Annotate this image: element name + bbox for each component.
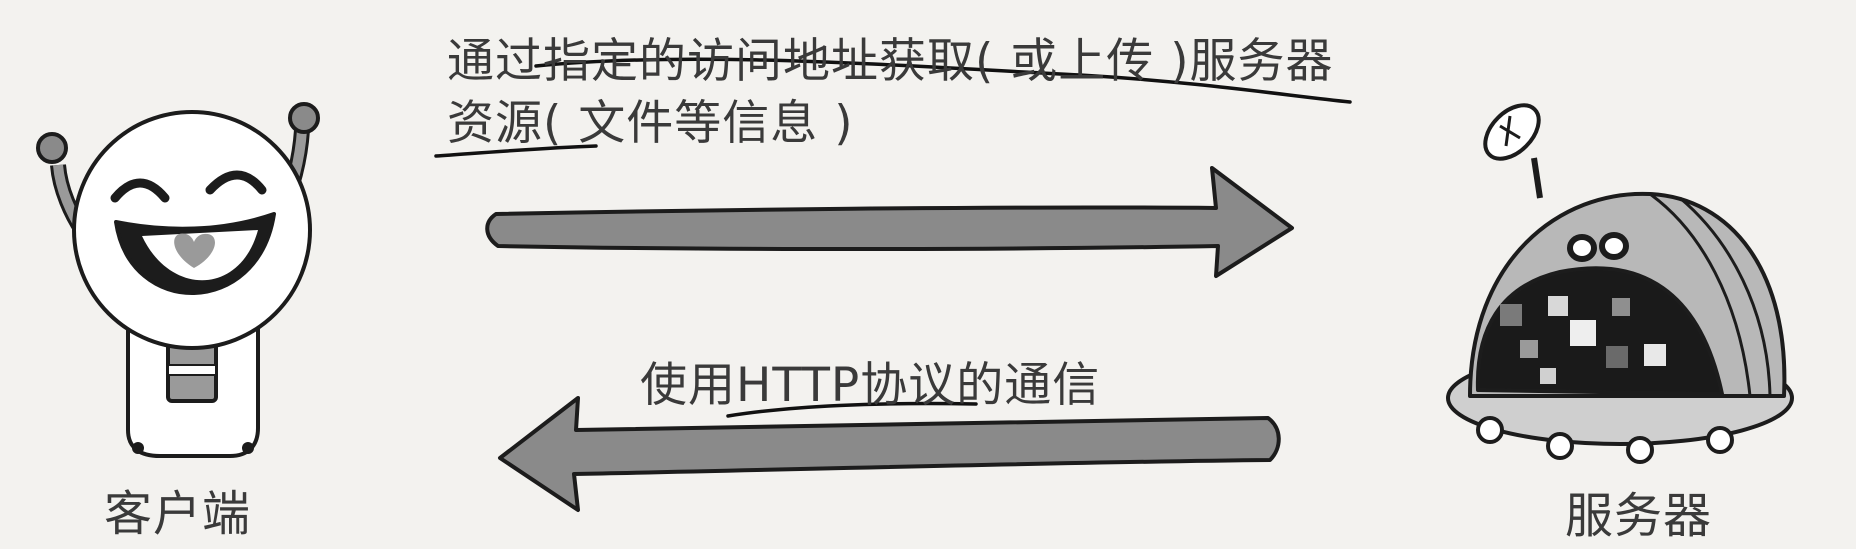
client-label: 客户端: [104, 486, 252, 542]
client-robot-icon: [36, 102, 320, 458]
request-description-line2: 资源( 文件等信息 ): [447, 96, 854, 151]
server-robot-icon: [1446, 103, 1794, 464]
request-description-line1: 通过指定的访问地址获取( 或上传 )服务器: [447, 34, 1334, 89]
http-diagram: 通过指定的访问地址获取( 或上传 )服务器 资源( 文件等信息 ) 使用HTTP…: [0, 0, 1856, 549]
server-label: 服务器: [1565, 488, 1713, 544]
protocol-label: 使用HTTP协议的通信: [640, 358, 1101, 413]
request-arrow: [485, 166, 1294, 278]
